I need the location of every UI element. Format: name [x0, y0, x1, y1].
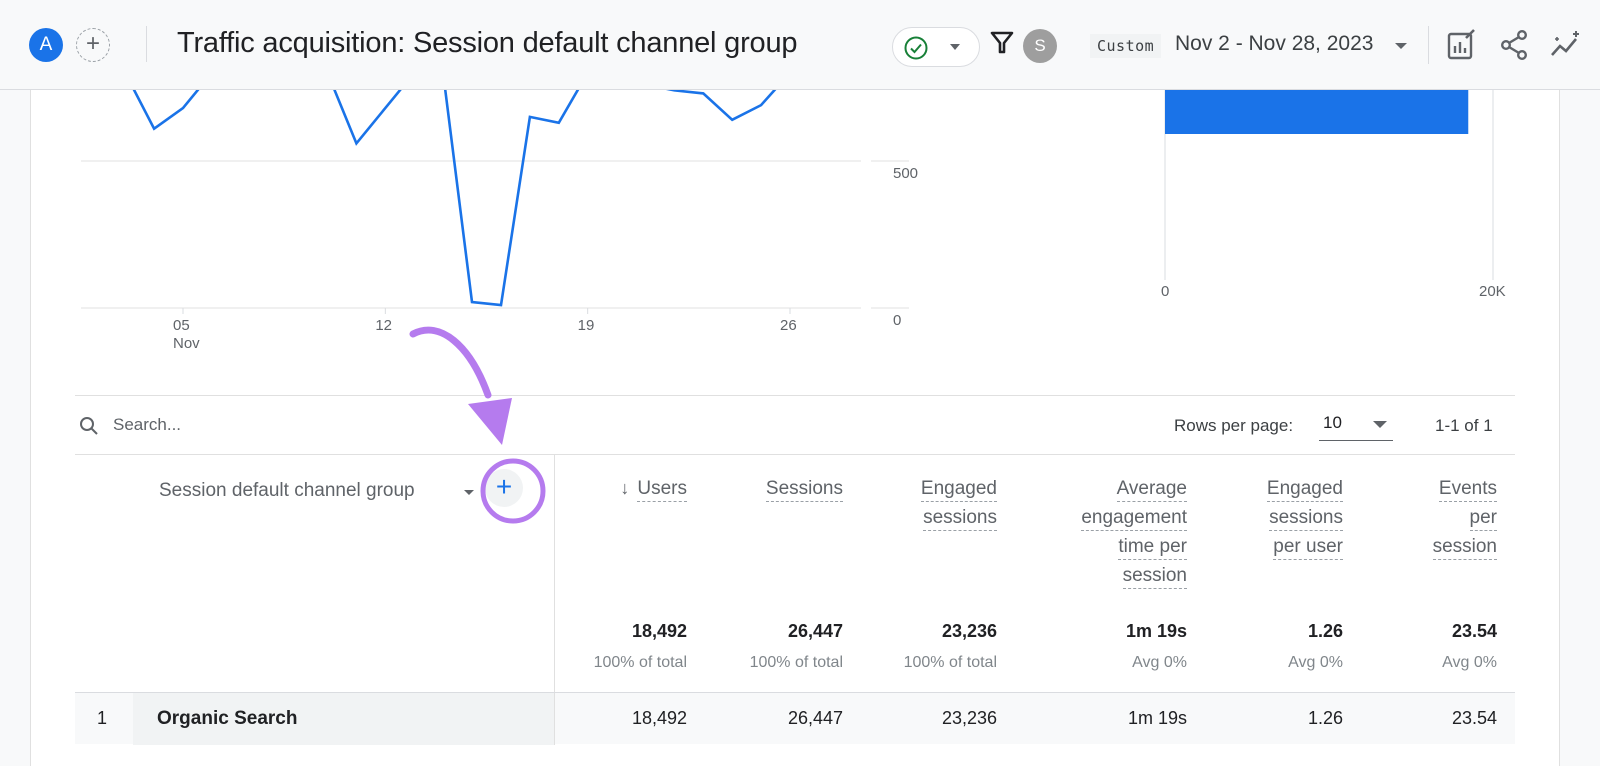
- metric-header-line: per: [1433, 503, 1497, 532]
- caret-down-icon[interactable]: [464, 490, 474, 495]
- report-status-dropdown[interactable]: [892, 27, 980, 67]
- line-chart: 0 500 05Nov 12 19 26: [81, 90, 918, 352]
- metric-column-engaged-sessions: Engaged sessions 23,236 100% of total: [797, 455, 997, 692]
- table-toolbar: Rows per page: 10 1-1 of 1: [75, 395, 1515, 455]
- filter-icon[interactable]: [990, 30, 1014, 56]
- metric-column-events-per-session: Events per session 23.54 Avg 0%: [1297, 455, 1497, 692]
- x-tick-label: 05: [173, 317, 190, 334]
- y-tick-label: 0: [893, 312, 901, 329]
- metric-header-text: Events: [1438, 477, 1497, 502]
- date-caret-down-icon[interactable]: [1395, 43, 1407, 49]
- rows-per-page-label: Rows per page:: [1174, 416, 1294, 435]
- customize-report-icon[interactable]: [1444, 28, 1478, 62]
- rows-per-page-select[interactable]: 10: [1319, 409, 1393, 441]
- metric-header-text: sessions: [923, 506, 997, 531]
- dimension-header-label[interactable]: Session default channel group: [159, 480, 415, 502]
- comparison-avatar[interactable]: A: [29, 28, 63, 62]
- x-tick-label: 19: [578, 317, 595, 334]
- add-comparison-button[interactable]: +: [76, 28, 110, 62]
- row-metric-value: 23.54: [1451, 708, 1497, 728]
- search-icon: [80, 417, 98, 435]
- x-tick-sublabel: Nov: [173, 335, 200, 352]
- metric-header-line: Events: [1433, 474, 1497, 503]
- report-header: A + Traffic acquisition: Session default…: [0, 0, 1600, 90]
- page-title: Traffic acquisition: Session default cha…: [177, 27, 798, 59]
- metric-total-subtext: Avg 0%: [1442, 654, 1497, 671]
- metric-total: 23.54: [1451, 621, 1497, 641]
- line-series-organic-search: [132, 90, 777, 307]
- bar-chart: 0 20K: [1161, 90, 1506, 300]
- y-tick-label: 500: [893, 165, 918, 182]
- dimension-header: Session default channel group +: [75, 455, 555, 692]
- metric-header-text: session: [1432, 535, 1497, 560]
- divider: [146, 26, 147, 62]
- x-tick-label: 12: [375, 317, 392, 334]
- user-avatar[interactable]: S: [1023, 29, 1057, 63]
- date-range-picker[interactable]: Nov 2 - Nov 28, 2023: [1175, 32, 1373, 56]
- search-input[interactable]: [113, 410, 513, 440]
- row-metric-value: 23,236: [941, 708, 997, 728]
- pagination-status: 1-1 of 1: [1435, 416, 1493, 435]
- x-tick-label: 26: [780, 317, 797, 334]
- metric-total-subtext: 100% of total: [903, 654, 997, 671]
- check-circle-icon: [904, 36, 928, 60]
- metric-header-line: Engaged: [920, 474, 997, 503]
- caret-down-icon: [950, 44, 960, 50]
- metric-header[interactable]: Engaged sessions: [920, 474, 997, 532]
- date-custom-chip: Custom: [1090, 34, 1162, 58]
- rows-per-page-value: 10: [1323, 413, 1342, 432]
- bar-x-tick-label: 20K: [1479, 283, 1506, 300]
- row-index: 1: [97, 708, 108, 728]
- row-dimension-value: Organic Search: [157, 708, 298, 729]
- table-row[interactable]: 1 Organic Search 18,492 26,447 23,236 1m 19…: [75, 692, 1515, 745]
- caret-down-icon: [1373, 421, 1387, 428]
- sort-descending-icon[interactable]: ↓: [620, 478, 629, 498]
- charts-area: 0 500 05Nov 12 19 26 0 20K: [81, 90, 1506, 352]
- divider: [1428, 26, 1429, 64]
- metric-header-text: Engaged: [920, 477, 997, 502]
- metric-header-line: session: [1432, 532, 1497, 561]
- metric-header-line: sessions: [921, 503, 997, 532]
- metric-header[interactable]: Events per session: [1432, 474, 1497, 561]
- bar-organic-search: [1165, 90, 1469, 134]
- share-icon[interactable]: [1497, 28, 1531, 62]
- insights-icon[interactable]: [1549, 28, 1583, 62]
- bar-x-tick-label: 0: [1161, 283, 1169, 300]
- metric-header-text: per: [1469, 506, 1497, 531]
